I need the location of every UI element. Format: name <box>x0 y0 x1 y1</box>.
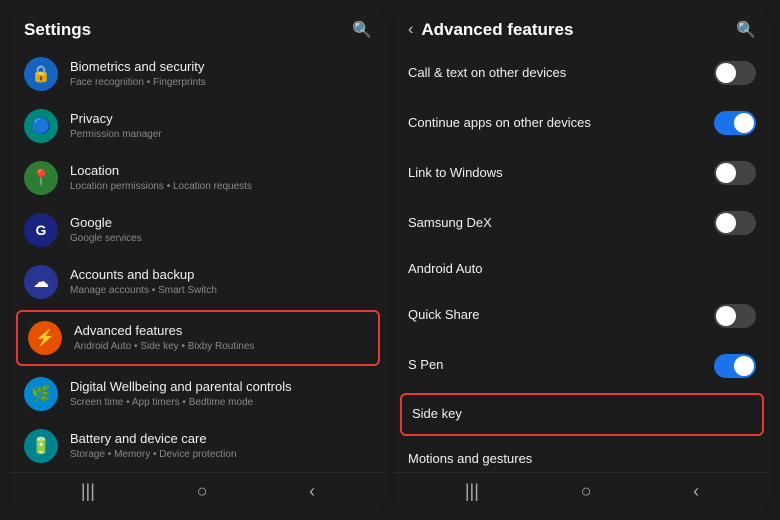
toggle-call-text[interactable] <box>714 61 756 85</box>
item-title-battery: Battery and device care <box>70 431 372 448</box>
right-item-s-pen[interactable]: S Pen <box>394 341 770 391</box>
toggle-knob-link-windows <box>716 163 736 183</box>
right-item-continue-apps[interactable]: Continue apps on other devices <box>394 98 770 148</box>
settings-item-biometrics[interactable]: 🔒 Biometrics and securityFace recognition… <box>10 48 386 100</box>
item-subtitle-wellbeing: Screen time • App timers • Bedtime mode <box>70 397 372 409</box>
right-item-android-auto[interactable]: Android Auto <box>394 248 770 291</box>
toggle-knob-samsung-dex <box>716 213 736 233</box>
item-title-wellbeing: Digital Wellbeing and parental controls <box>70 379 372 396</box>
toggle-s-pen[interactable] <box>714 354 756 378</box>
item-title-location: Location <box>70 163 372 180</box>
right-settings-list: Call & text on other devices Continue app… <box>394 46 770 472</box>
right-nav-home-icon[interactable]: ○ <box>581 481 592 502</box>
right-item-label-s-pen: S Pen <box>408 357 714 374</box>
item-icon-biometrics: 🔒 <box>24 57 58 91</box>
right-item-link-windows[interactable]: Link to Windows <box>394 148 770 198</box>
right-item-quick-share[interactable]: Quick Share <box>394 291 770 341</box>
right-header-icons: 🔍 <box>736 20 756 40</box>
toggle-knob-call-text <box>716 63 736 83</box>
item-title-advanced: Advanced features <box>74 323 368 340</box>
item-subtitle-google: Google services <box>70 233 372 245</box>
left-panel: Settings 🔍 🔒 Biometrics and securityFace … <box>10 10 386 510</box>
settings-item-location[interactable]: 📍 LocationLocation permissions • Location… <box>10 152 386 204</box>
right-item-motions[interactable]: Motions and gestures <box>394 438 770 472</box>
settings-item-battery[interactable]: 🔋 Battery and device careStorage • Memory… <box>10 420 386 472</box>
nav-menu-icon[interactable]: ||| <box>81 481 95 502</box>
right-header: ‹ Advanced features 🔍 <box>394 10 770 46</box>
toggle-knob-quick-share <box>716 306 736 326</box>
nav-back-icon[interactable]: ‹ <box>309 481 315 502</box>
item-icon-privacy: 🔵 <box>24 109 58 143</box>
item-title-privacy: Privacy <box>70 111 372 128</box>
item-icon-battery: 🔋 <box>24 429 58 463</box>
left-title: Settings <box>24 20 91 40</box>
right-item-label-continue-apps: Continue apps on other devices <box>408 115 714 132</box>
left-header: Settings 🔍 <box>10 10 386 46</box>
right-header-left: ‹ Advanced features <box>408 20 573 40</box>
item-title-biometrics: Biometrics and security <box>70 59 372 76</box>
right-nav-menu-icon[interactable]: ||| <box>465 481 479 502</box>
phone-container: Settings 🔍 🔒 Biometrics and securityFace … <box>0 0 780 520</box>
item-icon-advanced: ⚡ <box>28 321 62 355</box>
right-item-call-text[interactable]: Call & text on other devices <box>394 48 770 98</box>
toggle-samsung-dex[interactable] <box>714 211 756 235</box>
settings-item-advanced[interactable]: ⚡ Advanced featuresAndroid Auto • Side ke… <box>16 310 380 366</box>
right-search-icon[interactable]: 🔍 <box>736 20 756 40</box>
settings-list: 🔒 Biometrics and securityFace recognition… <box>10 46 386 472</box>
nav-home-icon[interactable]: ○ <box>197 481 208 502</box>
settings-item-privacy[interactable]: 🔵 PrivacyPermission manager <box>10 100 386 152</box>
right-item-label-quick-share: Quick Share <box>408 307 714 324</box>
item-icon-accounts: ☁ <box>24 265 58 299</box>
item-icon-wellbeing: 🌿 <box>24 377 58 411</box>
item-subtitle-advanced: Android Auto • Side key • Bixby Routines <box>74 341 368 353</box>
settings-item-google[interactable]: G GoogleGoogle services <box>10 204 386 256</box>
toggle-continue-apps[interactable] <box>714 111 756 135</box>
left-bottom-nav: ||| ○ ‹ <box>10 472 386 510</box>
item-icon-location: 📍 <box>24 161 58 195</box>
left-header-icons: 🔍 <box>352 20 372 40</box>
item-title-accounts: Accounts and backup <box>70 267 372 284</box>
right-item-side-key[interactable]: Side key <box>400 393 764 436</box>
right-back-icon[interactable]: ‹ <box>408 21 413 39</box>
right-item-label-android-auto: Android Auto <box>408 261 756 278</box>
right-item-samsung-dex[interactable]: Samsung DeX <box>394 198 770 248</box>
right-item-label-link-windows: Link to Windows <box>408 165 714 182</box>
search-icon[interactable]: 🔍 <box>352 20 372 40</box>
item-subtitle-battery: Storage • Memory • Device protection <box>70 449 372 461</box>
right-title: Advanced features <box>421 20 573 40</box>
right-panel: ‹ Advanced features 🔍 Call & text on oth… <box>394 10 770 510</box>
toggle-quick-share[interactable] <box>714 304 756 328</box>
item-subtitle-accounts: Manage accounts • Smart Switch <box>70 285 372 297</box>
item-subtitle-privacy: Permission manager <box>70 129 372 141</box>
toggle-link-windows[interactable] <box>714 161 756 185</box>
item-subtitle-location: Location permissions • Location requests <box>70 181 372 193</box>
toggle-knob-s-pen <box>734 356 754 376</box>
right-bottom-nav: ||| ○ ‹ <box>394 472 770 510</box>
right-item-label-samsung-dex: Samsung DeX <box>408 215 714 232</box>
right-item-label-call-text: Call & text on other devices <box>408 65 714 82</box>
right-item-label-side-key: Side key <box>412 406 752 423</box>
toggle-knob-continue-apps <box>734 113 754 133</box>
item-icon-google: G <box>24 213 58 247</box>
settings-item-accounts[interactable]: ☁ Accounts and backupManage accounts • Sm… <box>10 256 386 308</box>
settings-item-wellbeing[interactable]: 🌿 Digital Wellbeing and parental controls… <box>10 368 386 420</box>
right-nav-back-icon[interactable]: ‹ <box>693 481 699 502</box>
right-item-label-motions: Motions and gestures <box>408 451 756 468</box>
item-title-google: Google <box>70 215 372 232</box>
item-subtitle-biometrics: Face recognition • Fingerprints <box>70 77 372 89</box>
